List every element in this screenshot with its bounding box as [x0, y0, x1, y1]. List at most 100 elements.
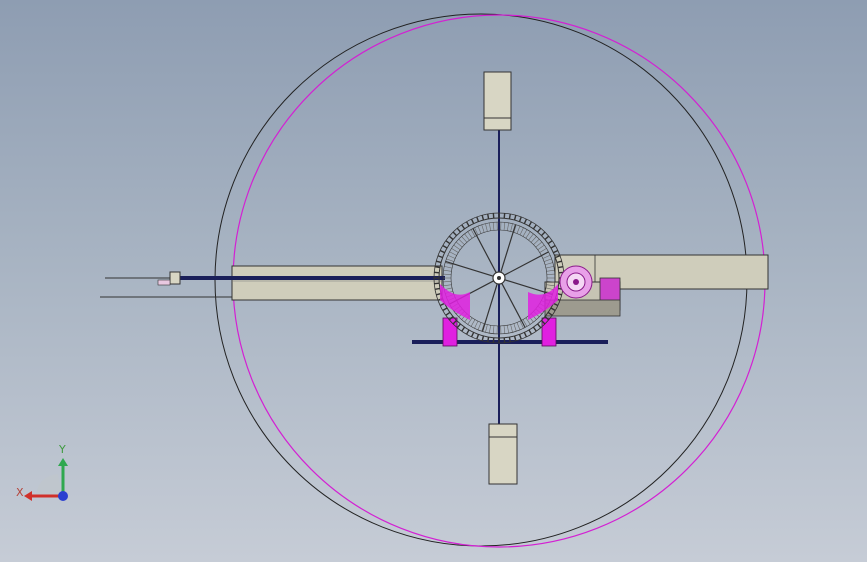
- ring-hatch: [444, 266, 453, 269]
- gear-tooth: [448, 235, 454, 240]
- bottom-counterweight[interactable]: [488, 423, 518, 485]
- ring-hatch: [545, 266, 554, 269]
- ring-hatch: [477, 322, 482, 331]
- gear-tooth: [470, 218, 475, 224]
- wheel-spoke: [501, 283, 526, 328]
- gear-tooth: [532, 224, 537, 230]
- ring-hatch: [449, 251, 457, 256]
- ring-hatch: [546, 273, 555, 275]
- ring-hatch: [443, 269, 452, 272]
- ring-hatch: [461, 236, 468, 243]
- gear-tooth: [487, 336, 490, 343]
- ring-hatch: [510, 223, 513, 232]
- gear-tooth: [456, 323, 461, 329]
- gear-tooth: [523, 218, 528, 224]
- gear-tooth: [547, 240, 553, 245]
- left-beam[interactable]: [231, 265, 443, 301]
- pinion-gear[interactable]: [559, 265, 593, 299]
- ring-hatch: [481, 224, 485, 233]
- ring-hatch: [522, 229, 528, 237]
- gear-tooth: [528, 221, 533, 227]
- ring-hatch: [507, 325, 510, 334]
- gear-tooth: [523, 332, 528, 338]
- gear-tooth: [553, 249, 559, 254]
- gear-tooth: [487, 213, 490, 220]
- ring-hatch: [528, 233, 534, 241]
- gear-tooth: [470, 332, 475, 338]
- gear-tooth: [445, 311, 451, 316]
- ring-hatch: [488, 222, 491, 231]
- ring-hatch: [516, 322, 521, 331]
- ring-hatch: [443, 273, 452, 275]
- ring-hatch: [510, 324, 513, 333]
- gear-tooth: [513, 215, 517, 221]
- wheel-spoke: [472, 228, 497, 273]
- gear-tooth: [481, 215, 485, 221]
- ring-hatch: [443, 281, 452, 283]
- gear-tooth: [439, 249, 445, 254]
- top-counterweight[interactable]: [483, 71, 512, 131]
- gear-tooth: [518, 216, 522, 222]
- gear-tooth: [442, 307, 448, 312]
- gear-tooth: [465, 329, 470, 335]
- ring-hatch: [525, 231, 531, 239]
- ring-hatch: [470, 319, 476, 327]
- ring-hatch: [546, 269, 555, 272]
- gear-tooth: [456, 227, 461, 233]
- gear-tooth: [518, 334, 522, 340]
- gear-tooth: [508, 213, 511, 220]
- gear-tooth: [445, 240, 451, 245]
- gear-tooth: [461, 224, 466, 230]
- wheel-spoke: [481, 283, 498, 332]
- ring-hatch: [455, 241, 463, 248]
- wheel-spoke: [500, 224, 517, 273]
- ring-hatch: [467, 231, 473, 239]
- ring-hatch: [519, 227, 524, 235]
- ring-hatch: [533, 238, 540, 245]
- gear-tooth: [528, 329, 533, 335]
- ring-hatch: [492, 222, 495, 231]
- ring-hatch: [535, 241, 543, 248]
- ring-hatch: [539, 248, 547, 253]
- y-axis-label: Y: [59, 443, 66, 456]
- gear-tooth: [532, 326, 537, 332]
- ring-hatch: [485, 324, 488, 333]
- ring-hatch: [530, 236, 537, 243]
- gear-tooth: [452, 231, 458, 237]
- ring-hatch: [542, 254, 551, 259]
- cad-viewport[interactable]: [0, 0, 867, 562]
- gear-tooth: [442, 244, 448, 249]
- gear-tooth: [540, 231, 546, 237]
- ring-hatch: [503, 222, 506, 231]
- ring-hatch: [443, 284, 452, 287]
- ring-hatch: [477, 225, 482, 234]
- ring-hatch: [464, 233, 470, 241]
- gear-tooth: [434, 266, 441, 269]
- gear-tooth: [544, 235, 550, 240]
- ring-hatch: [492, 325, 495, 334]
- ring-hatch: [544, 258, 552, 262]
- ring-hatch: [474, 321, 479, 329]
- gear-tooth: [537, 227, 542, 233]
- ring-hatch: [446, 258, 454, 262]
- gear-tooth: [508, 336, 511, 343]
- ring-hatch: [451, 248, 459, 253]
- ring-hatch: [545, 262, 553, 266]
- gear-tooth: [439, 302, 445, 307]
- gear-tooth: [550, 244, 556, 249]
- coordinate-triad: [24, 458, 68, 501]
- ring-hatch: [447, 254, 456, 259]
- gear-tooth: [537, 323, 542, 329]
- ring-hatch: [516, 225, 521, 234]
- ring-hatch: [488, 325, 491, 334]
- wheel-spoke: [445, 260, 494, 277]
- ring-hatch: [513, 323, 517, 332]
- ring-hatch: [507, 222, 510, 231]
- gear-tooth: [557, 266, 564, 269]
- x-axis-label: X: [16, 486, 24, 499]
- ring-hatch: [453, 244, 461, 251]
- ring-hatch: [537, 244, 545, 251]
- gear-tooth: [465, 221, 470, 227]
- gear-tooth: [436, 260, 442, 264]
- gear-tooth: [476, 334, 480, 340]
